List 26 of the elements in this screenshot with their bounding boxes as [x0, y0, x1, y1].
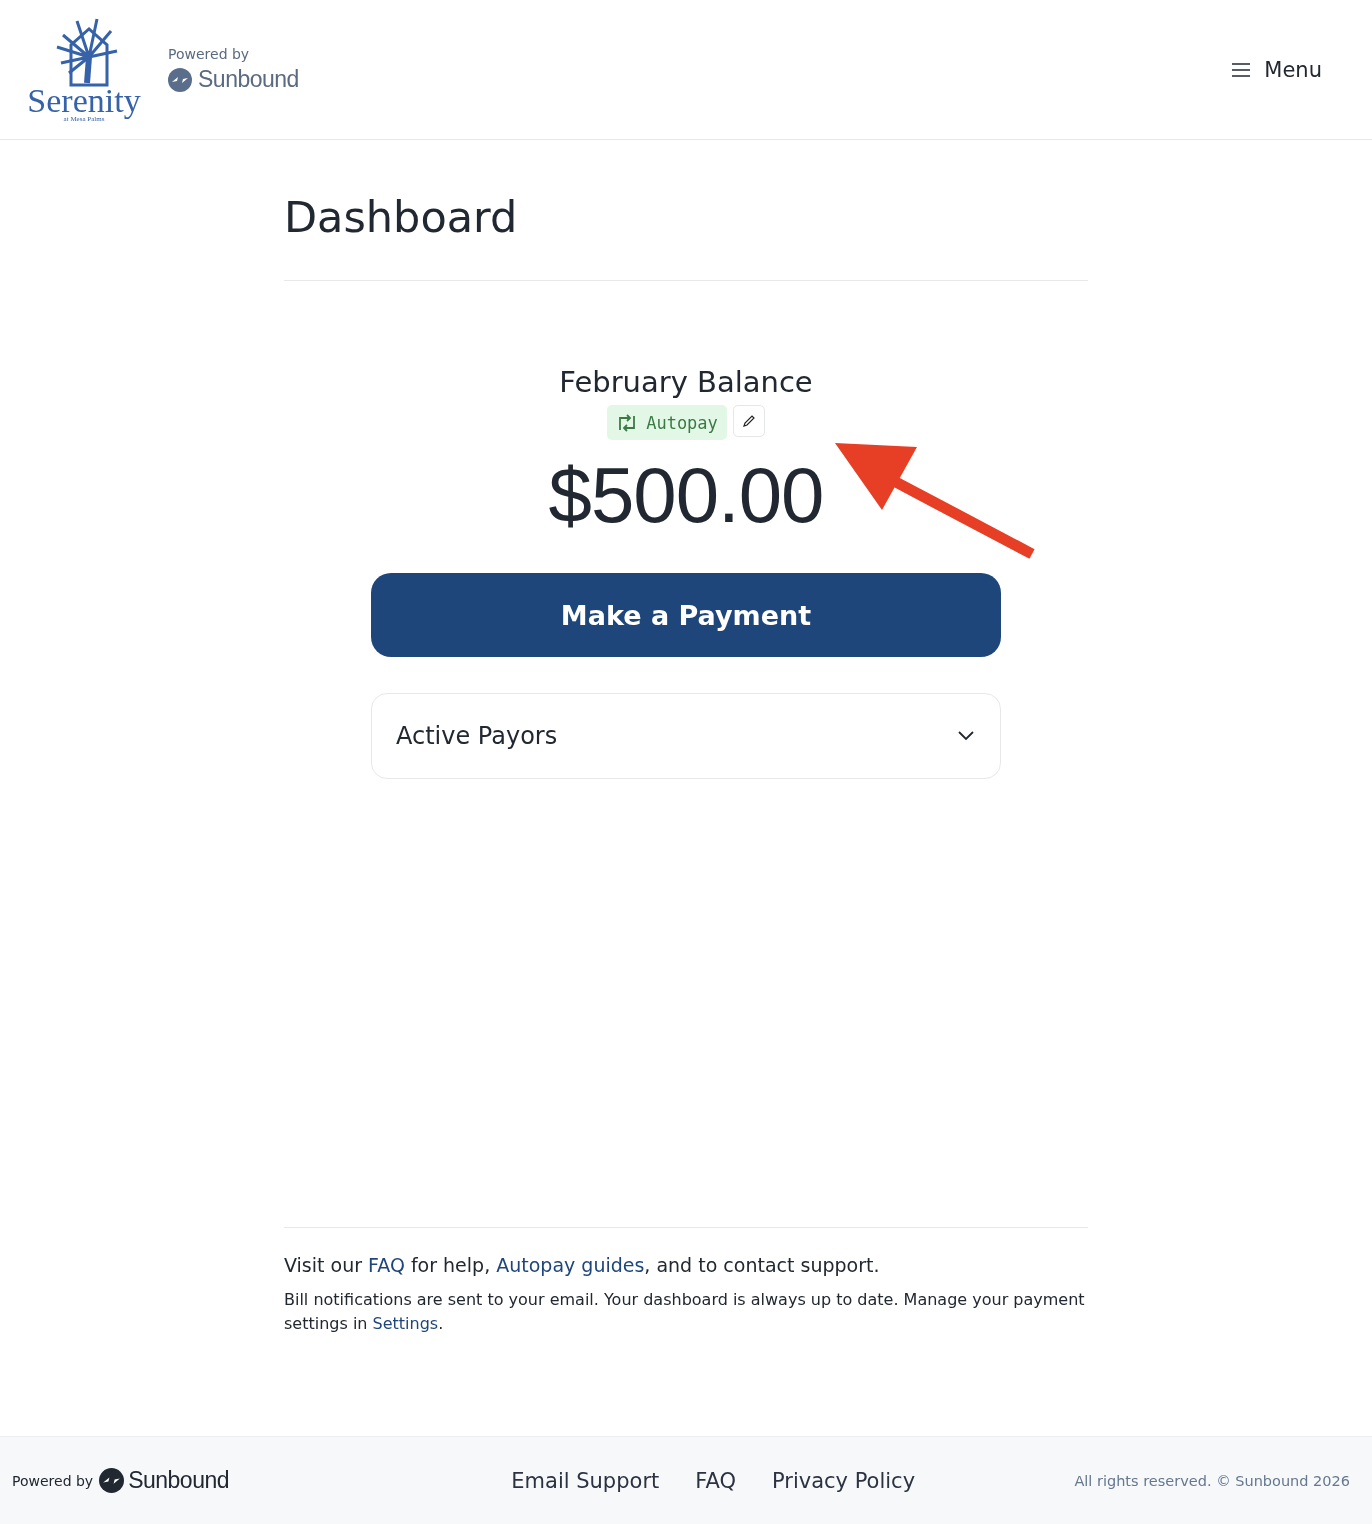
footer-link[interactable]: Privacy Policy: [771, 1468, 916, 1493]
autopay-badge: Autopay: [607, 405, 727, 440]
help-link[interactable]: Settings: [372, 1314, 439, 1333]
make-payment-button[interactable]: Make a Payment: [371, 573, 1001, 657]
notification-note: Bill notifications are sent to your email. Your dashboard is always up to date. Manage your payment settings in Settings.: [284, 1289, 1086, 1335]
help-text: Visit our FAQ for help, Autopay guides, and to contact support.: [284, 1254, 881, 1276]
menu-icon: [1232, 62, 1251, 77]
pencil-icon: [741, 414, 756, 428]
powered-by-label: Powered by: [12, 1472, 94, 1489]
balance-title: February Balance: [559, 365, 813, 399]
brand-name: Sunbound: [198, 66, 299, 93]
page-title: Dashboard: [284, 192, 1088, 281]
brand-name: Sunbound: [128, 1467, 230, 1494]
active-payors-accordion[interactable]: Active Payors: [371, 693, 1001, 779]
balance-amount: $500.00: [548, 450, 824, 541]
edit-button[interactable]: [732, 405, 765, 437]
help-link[interactable]: Autopay guides: [496, 1254, 645, 1276]
menu-button[interactable]: Menu: [1226, 56, 1328, 83]
sunbound-logo-icon: [168, 67, 192, 92]
chevron-icon: [958, 731, 974, 741]
sunbound-logo-icon: [99, 1468, 125, 1493]
footer-link[interactable]: Email Support: [511, 1468, 660, 1493]
footer-link[interactable]: FAQ: [695, 1468, 736, 1493]
copyright-text: All rights reserved. © Sunbound 2026: [1074, 1472, 1350, 1489]
help-link[interactable]: FAQ: [368, 1254, 405, 1276]
powered-by-label: Powered by: [168, 46, 251, 62]
